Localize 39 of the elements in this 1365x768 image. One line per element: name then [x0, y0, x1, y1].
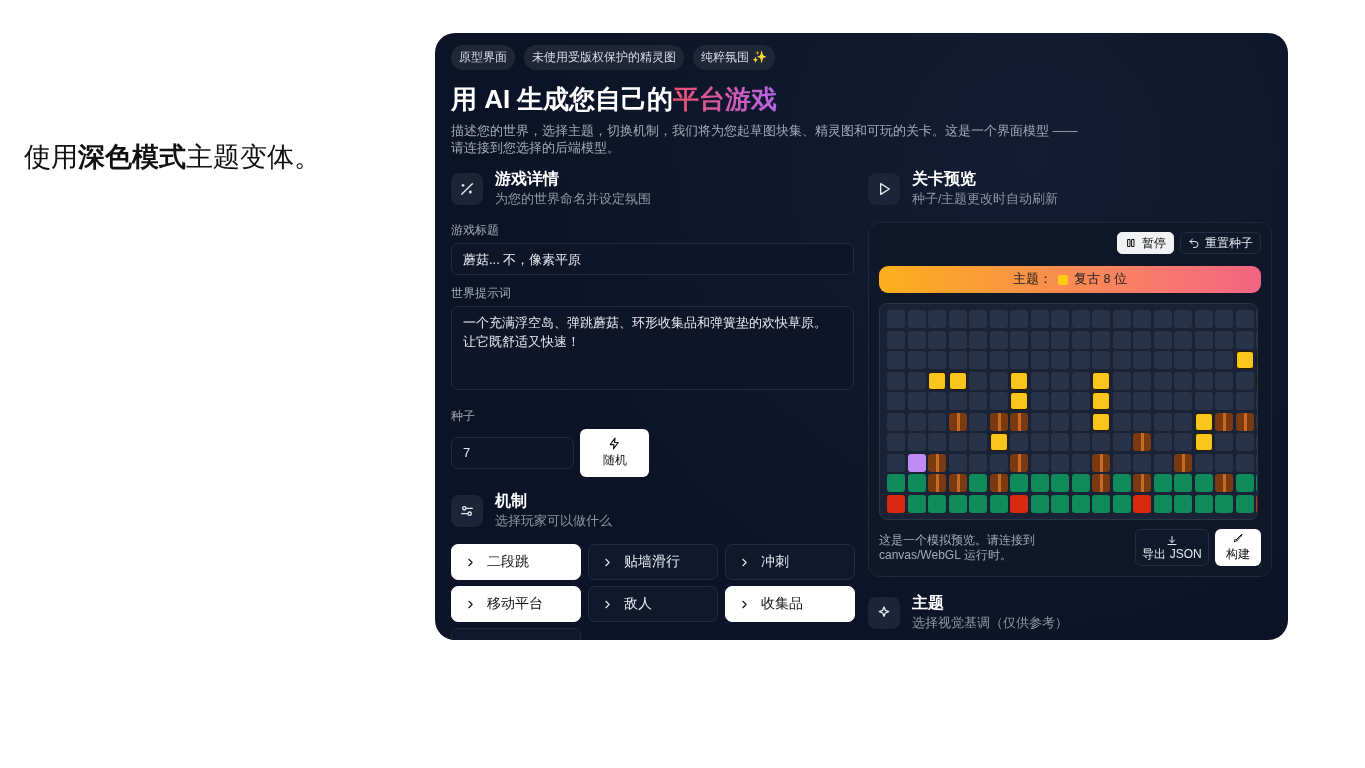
- reset-seed-button[interactable]: 重置种子: [1180, 232, 1261, 254]
- tag: 纯粹氛围 ✨: [693, 45, 776, 70]
- tag: 原型界面: [451, 45, 515, 70]
- section-subtitle: 选择视觉基调（仅供参考）: [912, 615, 1068, 632]
- field-label: 种子: [451, 408, 476, 425]
- export-button[interactable]: 导出 JSON: [1135, 529, 1209, 566]
- theme-name: 复古 8 位: [1074, 271, 1127, 288]
- mechanic-chip[interactable]: 冲刺: [725, 544, 855, 580]
- section-title: 关卡预览: [912, 169, 977, 189]
- theme-label: 主题：: [1013, 271, 1053, 288]
- field-label: 游戏标题: [451, 222, 500, 239]
- section-title: 游戏详情: [495, 169, 560, 189]
- mechanic-chip[interactable]: 收集品: [725, 586, 855, 622]
- mechanic-chip[interactable]: 敌人: [588, 586, 718, 622]
- seed-input[interactable]: 7: [451, 437, 574, 469]
- undo-icon: [1188, 237, 1200, 249]
- title-input[interactable]: 蘑菇... 不，像素平原: [451, 243, 854, 275]
- tag: 未使用受版权保护的精灵图: [524, 45, 684, 70]
- section-title: 主题: [912, 593, 945, 613]
- swatch-icon: [1058, 274, 1069, 285]
- random-button[interactable]: 随机: [580, 429, 649, 477]
- caption: 使用深色模式主题变体。: [24, 141, 322, 174]
- build-button[interactable]: 构建: [1215, 529, 1261, 566]
- mechanic-chip[interactable]: 二段跳: [451, 544, 581, 580]
- section-subtitle: 选择玩家可以做什么: [495, 513, 612, 530]
- preview-note: 这是一个模拟预览。请连接到 canvas/WebGL 运行时。: [879, 532, 1036, 563]
- section-subtitle: 种子/主题更改时自动刷新: [912, 191, 1059, 208]
- section-title: 机制: [495, 491, 528, 511]
- pause-button[interactable]: 暂停: [1117, 232, 1174, 254]
- pause-icon: [1125, 237, 1137, 249]
- page-title: 用 AI 生成您自己的平台游戏: [451, 83, 779, 116]
- section-subtitle: 为您的世界命名并设定氛围: [495, 191, 651, 208]
- lightning-icon: [608, 437, 621, 450]
- prompt-textarea[interactable]: 一个充满浮空岛、弹跳蘑菇、环形收集品和弹簧垫的欢快草原。让它既舒适又快速！: [451, 306, 854, 390]
- page-description: 描述您的世界，选择主题，切换机制，我们将为您起草图块集、精灵图和可玩的关卡。这是一个界面模型 —— 请连接到您选择的后端模型。: [451, 123, 1079, 157]
- download-icon: [1166, 534, 1178, 547]
- field-label: 世界提示词: [451, 285, 512, 302]
- mechanic-chip[interactable]: 贴墙滑行: [588, 544, 718, 580]
- mechanic-chip[interactable]: 移动平台: [451, 586, 581, 622]
